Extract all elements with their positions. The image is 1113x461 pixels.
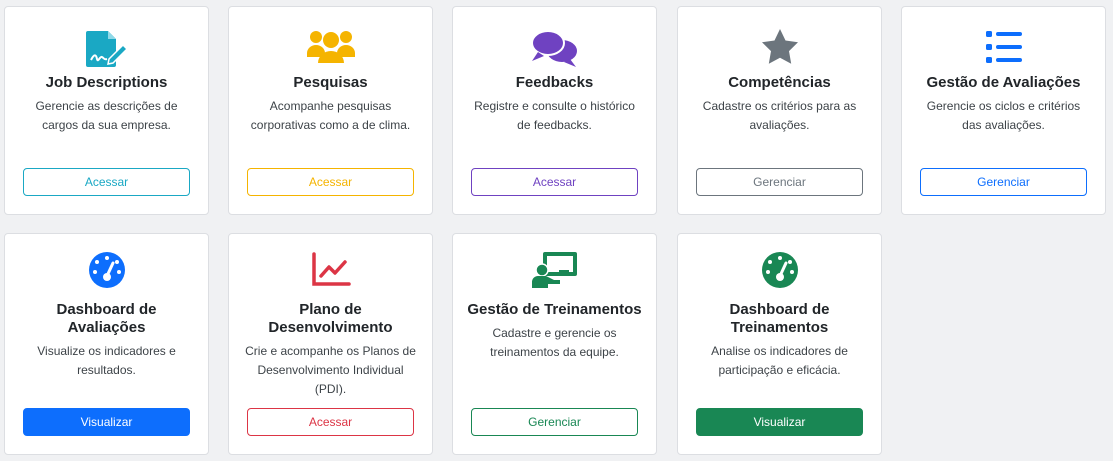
card-title: Dashboard de Treinamentos bbox=[729, 301, 830, 336]
card-gestao-treinamentos: Gestão de Treinamentos Cadastre e gerenc… bbox=[452, 233, 657, 455]
card-description: Crie e acompanhe os Planos de Desenvolvi… bbox=[245, 344, 416, 396]
view-button[interactable]: Visualizar bbox=[23, 408, 190, 436]
card-feedbacks: Feedbacks Registre e consulte o históric… bbox=[452, 6, 657, 215]
access-button[interactable]: Acessar bbox=[247, 168, 414, 196]
card-title: Feedbacks bbox=[515, 74, 594, 91]
manage-button[interactable]: Gerenciar bbox=[920, 168, 1087, 196]
file-signature-icon bbox=[5, 29, 208, 69]
card-plano-desenvolvimento: Plano de Desenvolvimento Crie e acompanh… bbox=[228, 233, 433, 455]
card-competencias: Competências Cadastre os critérios para … bbox=[677, 6, 882, 215]
card-description: Gerencie os ciclos e critérios das avali… bbox=[926, 99, 1081, 132]
access-button[interactable]: Acessar bbox=[471, 168, 638, 196]
gauge-icon bbox=[678, 250, 881, 290]
card-title: Plano de Desenvolvimento bbox=[268, 301, 393, 336]
comments-icon bbox=[453, 29, 656, 69]
card-description: Registre e consulte o histórico de feedb… bbox=[474, 99, 635, 132]
chart-line-icon bbox=[229, 252, 432, 288]
card-title: Dashboard de Avaliações bbox=[56, 301, 157, 336]
card-description: Analise os indicadores de participação e… bbox=[711, 344, 848, 377]
card-description: Visualize os indicadores e resultados. bbox=[37, 344, 176, 377]
chalkboard-teacher-icon bbox=[453, 250, 656, 290]
card-title: Gestão de Treinamentos bbox=[467, 301, 642, 318]
card-description: Cadastre os critérios para as avaliações… bbox=[702, 99, 857, 132]
star-icon bbox=[678, 27, 881, 67]
card-title: Competências bbox=[728, 74, 831, 91]
manage-button[interactable]: Gerenciar bbox=[471, 408, 638, 436]
access-button[interactable]: Acessar bbox=[23, 168, 190, 196]
list-icon bbox=[902, 29, 1105, 65]
card-description: Acompanhe pesquisas corporativas como a … bbox=[250, 99, 411, 132]
card-job-descriptions: Job Descriptions Gerencie as descrições … bbox=[4, 6, 209, 215]
card-pesquisas: Pesquisas Acompanhe pesquisas corporativ… bbox=[228, 6, 433, 215]
manage-button[interactable]: Gerenciar bbox=[696, 168, 863, 196]
card-gestao-avaliacoes: Gestão de Avaliações Gerencie os ciclos … bbox=[901, 6, 1106, 215]
card-title: Job Descriptions bbox=[45, 74, 168, 91]
card-dashboard-treinamentos: Dashboard de Treinamentos Analise os ind… bbox=[677, 233, 882, 455]
view-button[interactable]: Visualizar bbox=[696, 408, 863, 436]
users-icon bbox=[229, 29, 432, 65]
access-button[interactable]: Acessar bbox=[247, 408, 414, 436]
card-description: Gerencie as descrições de cargos da sua … bbox=[35, 99, 178, 132]
card-title: Pesquisas bbox=[293, 74, 368, 91]
card-title: Gestão de Avaliações bbox=[926, 74, 1081, 91]
card-dashboard-avaliacoes: Dashboard de Avaliações Visualize os ind… bbox=[4, 233, 209, 455]
gauge-icon bbox=[5, 250, 208, 290]
card-description: Cadastre e gerencie os treinamentos da e… bbox=[490, 326, 619, 359]
